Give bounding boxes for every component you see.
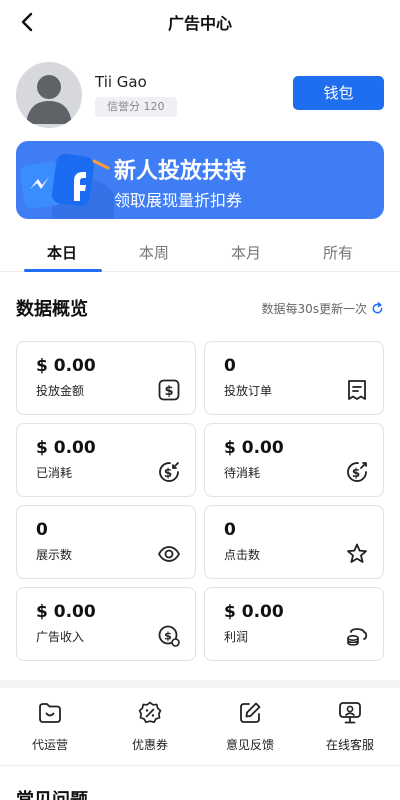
coupon-badge-icon [138, 701, 162, 724]
stat-card-impressions[interactable]: 0 展示数 [16, 505, 196, 579]
svg-text:$: $ [164, 466, 172, 480]
shortcut-coupons[interactable]: 优惠券 [100, 700, 200, 753]
tab-month[interactable]: 本月 [200, 242, 292, 263]
dollar-box-icon: $ [158, 379, 180, 401]
stat-label: 利润 [224, 630, 249, 644]
stat-label: 待消耗 [224, 466, 261, 480]
stat-value: $ 0.00 [36, 602, 96, 622]
refresh-note[interactable]: 数据每30s更新一次 [261, 300, 384, 317]
overview-title: 数据概览 [16, 299, 88, 320]
banner-subtitle: 领取展现量折扣券 [114, 191, 243, 210]
star-click-icon [347, 543, 367, 563]
stat-label: 投放订单 [224, 384, 273, 398]
faq-title: 常见问题 [16, 786, 88, 800]
banner-title: 新人投放扶持 [114, 159, 247, 184]
shortcut-managed-ops[interactable]: 代运营 [0, 700, 100, 753]
credit-score-badge: 信誉分 120 [95, 97, 177, 117]
stat-value: 0 [36, 520, 48, 540]
stat-value: 0 [224, 356, 236, 376]
username: Tii Gao [95, 73, 147, 91]
stat-label: 点击数 [224, 548, 261, 562]
dollar-pending-icon: $ [347, 462, 367, 482]
page-title: 广告中心 [167, 14, 232, 33]
stat-value: $ 0.00 [224, 602, 284, 622]
stat-label: 投放金额 [36, 384, 85, 398]
stat-value: $ 0.00 [224, 438, 284, 458]
refresh-icon[interactable] [371, 302, 384, 315]
stat-value: $ 0.00 [36, 438, 96, 458]
messenger-facebook-icon [20, 153, 114, 219]
stat-label: 广告收入 [36, 630, 85, 644]
tab-week[interactable]: 本周 [108, 242, 200, 263]
shortcut-feedback[interactable]: 意见反馈 [200, 700, 300, 753]
svg-text:$: $ [164, 384, 173, 399]
shortcut-label: 优惠券 [131, 738, 168, 752]
stat-card-profit[interactable]: $ 0.00 利润 [204, 587, 384, 661]
stat-label: 展示数 [36, 548, 73, 562]
shortcut-bar: 代运营 优惠券 意见反馈 在线客服 [0, 696, 400, 766]
shortcut-label: 意见反馈 [225, 738, 274, 752]
svg-text:$: $ [164, 630, 172, 643]
stat-label: 已消耗 [36, 466, 73, 480]
order-receipt-icon [348, 380, 366, 400]
wallet-button[interactable]: 钱包 [293, 76, 384, 110]
stat-value: 0 [224, 520, 236, 540]
dollar-consumed-icon: $ [159, 462, 179, 482]
top-bar: 广告中心 [0, 0, 400, 44]
stat-card-consumed[interactable]: $ 0.00 已消耗 $ [16, 423, 196, 497]
svg-text:$: $ [352, 466, 360, 480]
period-tabs: 本日 本周 本月 所有 [0, 232, 400, 272]
folder-smile-icon [39, 703, 61, 723]
section-divider [0, 680, 400, 688]
promo-banner[interactable]: 新人投放扶持 领取展现量折扣券 [16, 141, 384, 219]
shortcut-label: 在线客服 [325, 738, 374, 752]
eye-icon [158, 546, 180, 562]
user-silhouette-icon [26, 75, 72, 124]
avatar[interactable] [16, 62, 82, 128]
stat-card-clicks[interactable]: 0 点击数 [204, 505, 384, 579]
stat-card-pending[interactable]: $ 0.00 待消耗 $ [204, 423, 384, 497]
tab-all[interactable]: 所有 [292, 242, 384, 263]
stat-card-ad-income[interactable]: $ 0.00 广告收入 $ [16, 587, 196, 661]
refresh-note-text: 数据每30s更新一次 [261, 302, 367, 316]
support-agent-icon [339, 702, 361, 724]
profile-section: Tii Gao 信誉分 120 钱包 [16, 60, 384, 128]
coin-stack-icon [347, 628, 368, 646]
tab-today[interactable]: 本日 [16, 242, 108, 263]
stat-card-spend[interactable]: $ 0.00 投放金额 $ [16, 341, 196, 415]
stat-card-orders[interactable]: 0 投放订单 [204, 341, 384, 415]
stat-value: $ 0.00 [36, 356, 96, 376]
active-tab-indicator [24, 269, 102, 272]
edit-pencil-icon [240, 702, 261, 723]
shortcut-label: 代运营 [31, 738, 68, 752]
shortcut-online-support[interactable]: 在线客服 [300, 700, 400, 753]
coin-income-icon: $ [158, 625, 180, 647]
